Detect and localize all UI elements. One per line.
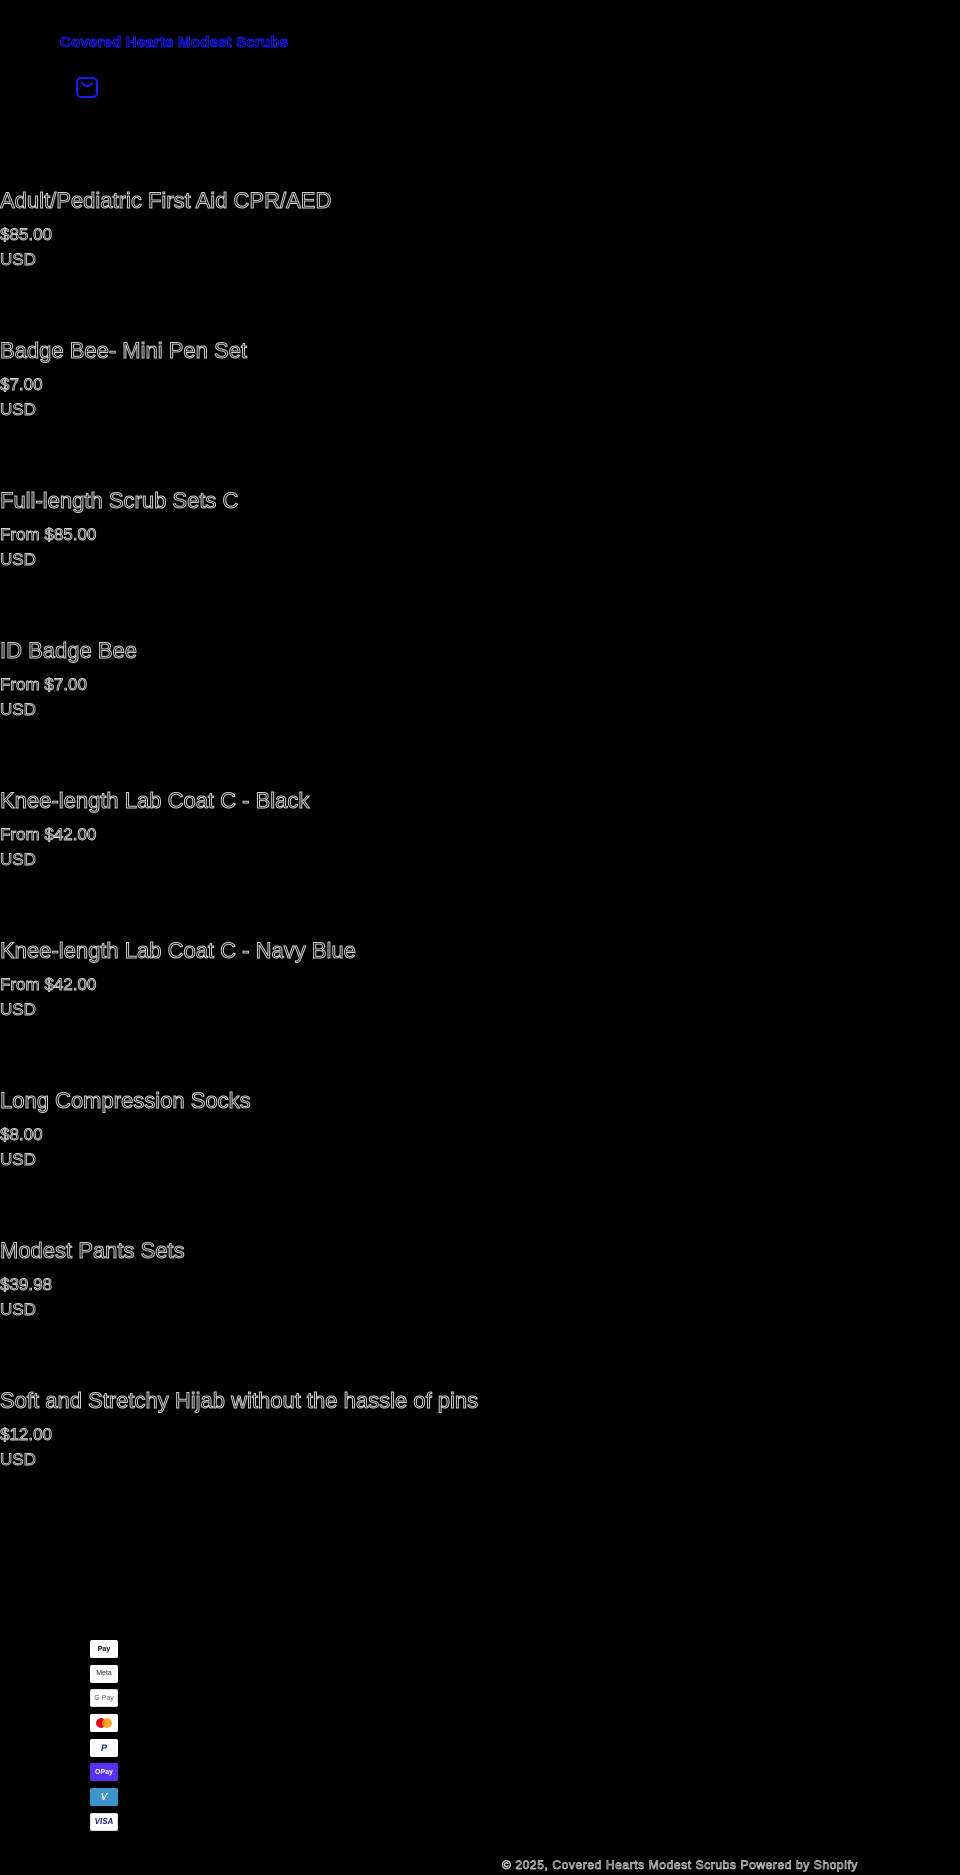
product-item[interactable]: Soft and Stretchy Hijab without the hass… [0,1388,700,1472]
venmo-label: V [100,1791,108,1803]
product-item[interactable]: Badge Bee- Mini Pen Set $7.00 USD [0,338,700,422]
product-currency: USD [0,1300,36,1320]
product-price: From $42.00 [0,825,97,845]
product-title[interactable]: Adult/Pediatric First Aid CPR/AED [0,188,700,214]
product-price: From $7.00 [0,675,87,695]
product-currency: USD [0,250,36,270]
product-currency: USD [0,700,36,720]
meta-pay-label: Meta [96,1670,112,1678]
product-price: $12.00 [0,1425,52,1445]
product-title[interactable]: Full-length Scrub Sets C [0,488,700,514]
product-item[interactable]: Adult/Pediatric First Aid CPR/AED $85.00… [0,188,700,272]
google-pay-label: G Pay [94,1694,114,1702]
shop-pay-icon: OPay [90,1763,118,1782]
product-title[interactable]: Soft and Stretchy Hijab without the hass… [0,1388,700,1414]
copyright-text: © 2025, Covered Hearts Modest Scrubs Pow… [502,1858,859,1873]
product-price: From $42.00 [0,975,97,995]
venmo-icon: V [90,1788,118,1807]
product-price: From $85.00 [0,525,97,545]
product-title[interactable]: Knee-length Lab Coat C - Navy Blue [0,938,700,964]
product-title[interactable]: Knee-length Lab Coat C - Black [0,788,700,814]
product-item[interactable]: ID Badge Bee From $7.00 USD [0,638,700,722]
product-price: $85.00 [0,225,52,245]
cart-link[interactable] [74,74,100,100]
visa-label: VISA [94,1817,114,1827]
payment-methods-list: Pay Meta G Pay P OPay V VISA [90,1640,118,1838]
page: Covered Hearts Modest Scrubs Adult/Pedia… [0,0,960,1875]
product-price: $39.98 [0,1275,52,1295]
product-title[interactable]: Long Compression Socks [0,1088,700,1114]
product-item[interactable]: Modest Pants Sets $39.98 USD [0,1238,700,1322]
paypal-icon: P [90,1738,118,1757]
google-pay-icon: G Pay [90,1689,118,1708]
mastercard-icon [90,1714,118,1733]
store-name-link[interactable]: Covered Hearts Modest Scrubs [59,34,288,52]
product-price: $7.00 [0,375,43,395]
product-title[interactable]: ID Badge Bee [0,638,700,664]
product-currency: USD [0,550,36,570]
visa-icon: VISA [90,1812,118,1831]
product-item[interactable]: Knee-length Lab Coat C - Black From $42.… [0,788,700,872]
product-item[interactable]: Full-length Scrub Sets C From $85.00 USD [0,488,700,572]
product-price: $8.00 [0,1125,43,1145]
product-currency: USD [0,1000,36,1020]
shop-pay-label: OPay [95,1768,113,1776]
product-currency: USD [0,1150,36,1170]
apple-pay-icon: Pay [90,1640,118,1658]
product-item[interactable]: Long Compression Socks $8.00 USD [0,1088,700,1172]
apple-pay-label: Pay [97,1645,111,1653]
product-currency: USD [0,400,36,420]
product-currency: USD [0,850,36,870]
paypal-label: P [100,1742,107,1753]
product-title[interactable]: Modest Pants Sets [0,1238,700,1264]
product-currency: USD [0,1450,36,1470]
product-item[interactable]: Knee-length Lab Coat C - Navy Blue From … [0,938,700,1022]
meta-pay-icon: Meta [90,1664,118,1683]
shopping-bag-icon [76,77,98,98]
product-title[interactable]: Badge Bee- Mini Pen Set [0,338,700,364]
